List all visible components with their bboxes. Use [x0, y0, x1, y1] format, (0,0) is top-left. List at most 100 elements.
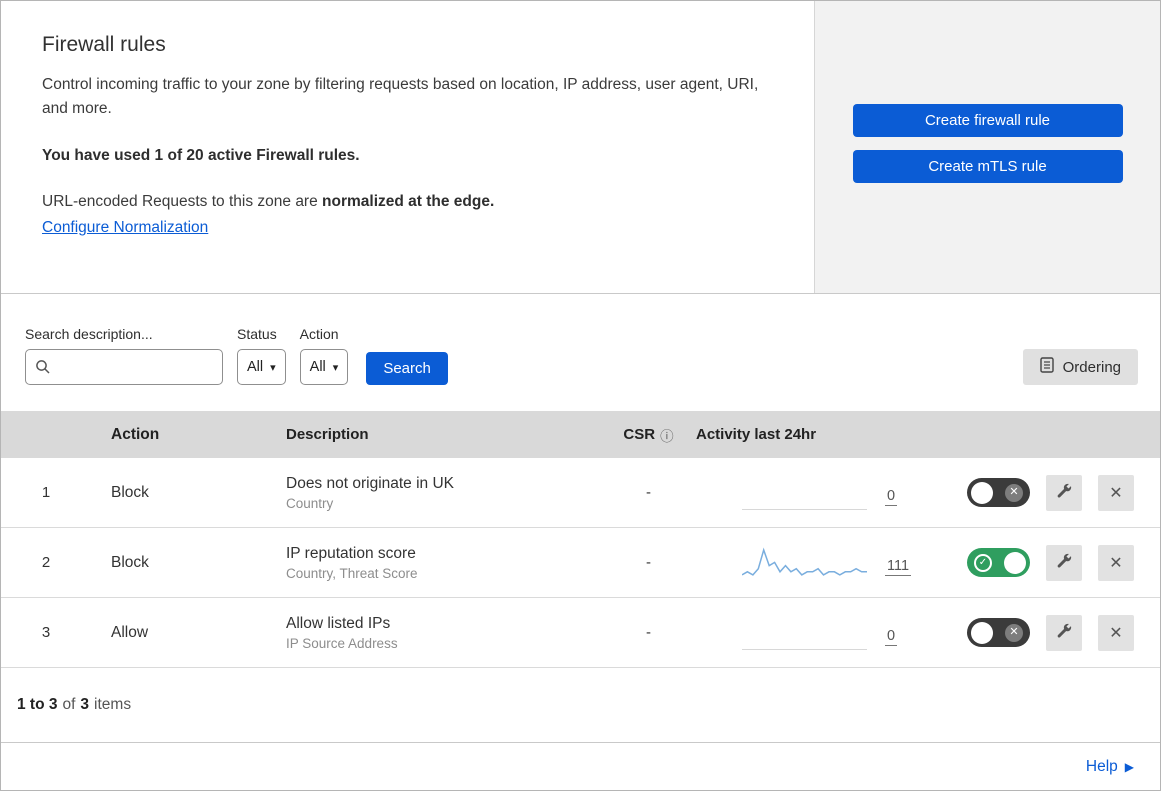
ordering-label: Ordering	[1062, 358, 1121, 376]
search-box	[25, 349, 223, 385]
header-action: Action	[111, 425, 160, 443]
items-total: 3	[80, 696, 90, 713]
rule-csr: -	[646, 624, 651, 641]
table-row: 2 Block IP reputation score Country, Thr…	[1, 528, 1160, 598]
ordering-icon	[1039, 357, 1054, 377]
cross-icon: ✕	[1005, 483, 1023, 502]
items-word: items	[94, 696, 132, 713]
ordering-button[interactable]: Ordering	[1022, 349, 1138, 385]
activity-sparkline	[742, 546, 867, 580]
rule-csr: -	[646, 554, 651, 571]
toggle-knob	[1004, 551, 1026, 574]
create-mtls-rule-button[interactable]: Create mTLS rule	[852, 150, 1123, 183]
rule-csr: -	[646, 484, 651, 501]
rule-description-cell: Allow listed IPs IP Source Address	[286, 615, 601, 651]
filter-bar: Search description... Status All ▾ Actio…	[1, 294, 1160, 411]
help-bar: Help ▶	[1, 742, 1160, 790]
action-value: All	[309, 359, 326, 375]
search-label: Search description...	[25, 326, 153, 342]
rule-fields: Country	[286, 495, 334, 511]
wrench-icon	[1057, 623, 1072, 643]
chevron-down-icon: ▾	[270, 361, 276, 374]
normalization-note-bold: normalized at the edge.	[322, 193, 495, 211]
rule-enabled-toggle[interactable]: ✓ ✕	[967, 478, 1030, 507]
action-dropdown[interactable]: All ▾	[299, 349, 349, 385]
search-icon	[35, 359, 51, 380]
activity-sparkline	[742, 476, 867, 510]
normalization-note: URL-encoded Requests to this zone are no…	[42, 193, 774, 211]
activity-sparkline	[742, 616, 867, 650]
wrench-icon	[1057, 483, 1072, 503]
rule-priority: 2	[41, 554, 51, 571]
info-icon[interactable]: ⓘ	[660, 425, 674, 445]
rule-action: Block	[111, 483, 149, 501]
search-button[interactable]: Search	[366, 352, 448, 385]
rule-controls: ✓ ✕ ✕	[946, 474, 1160, 511]
cross-icon: ✕	[1005, 623, 1023, 642]
status-label: Status	[237, 326, 277, 342]
rule-priority: 3	[41, 624, 51, 641]
close-icon: ✕	[1109, 554, 1123, 572]
rule-activity-cell: 0	[696, 476, 946, 510]
rule-controls: ✓ ✕ ✕	[946, 544, 1160, 581]
items-range: 1 to 3	[17, 696, 58, 713]
wrench-icon	[1057, 553, 1072, 573]
search-input[interactable]	[25, 349, 223, 385]
rule-action: Block	[111, 553, 149, 571]
action-filter-group: Action All ▾	[299, 326, 349, 385]
normalization-note-text: URL-encoded Requests to this zone are	[42, 193, 318, 211]
rule-description: Allow listed IPs	[286, 614, 391, 632]
table-row: 1 Block Does not originate in UK Country…	[1, 458, 1160, 528]
page-title: Firewall rules	[42, 33, 166, 56]
usage-summary: You have used 1 of 20 active Firewall ru…	[42, 147, 360, 165]
firewall-rules-page: Firewall rules Control incoming traffic …	[0, 0, 1161, 791]
rule-activity-cell: 0	[696, 616, 946, 650]
header-csr-label: CSR	[623, 426, 656, 443]
header-activity: Activity last 24hr	[696, 426, 817, 443]
edit-rule-button[interactable]	[1046, 544, 1082, 581]
activity-count-link[interactable]: 0	[885, 488, 898, 506]
action-label: Action	[299, 326, 339, 342]
check-icon: ✓	[974, 553, 992, 572]
create-actions-panel: Create firewall rule Create mTLS rule	[815, 1, 1160, 293]
rule-controls: ✓ ✕ ✕	[946, 614, 1160, 651]
table-row: 3 Allow Allow listed IPs IP Source Addre…	[1, 598, 1160, 668]
rule-action: Allow	[111, 623, 149, 641]
items-of: of	[62, 696, 76, 713]
status-filter-group: Status All ▾	[237, 326, 286, 385]
intro-text-panel: Firewall rules Control incoming traffic …	[1, 1, 815, 293]
rule-priority: 1	[41, 484, 51, 501]
help-arrow-icon: ▶	[1124, 759, 1134, 774]
toggle-knob	[971, 621, 993, 644]
delete-rule-button[interactable]: ✕	[1098, 614, 1134, 651]
table-header: Action Description CSR ⓘ Activity last 2…	[1, 411, 1160, 458]
status-dropdown[interactable]: All ▾	[237, 349, 286, 385]
create-firewall-rule-button[interactable]: Create firewall rule	[852, 104, 1123, 137]
rule-enabled-toggle[interactable]: ✓ ✕	[967, 548, 1030, 577]
intro-description: Control incoming traffic to your zone by…	[42, 76, 759, 118]
pagination-summary: 1 to 3 of 3 items	[1, 668, 1160, 742]
rule-fields: IP Source Address	[286, 635, 398, 651]
rule-enabled-toggle[interactable]: ✓ ✕	[967, 618, 1030, 647]
rule-activity-cell: 111	[696, 546, 946, 580]
close-icon: ✕	[1109, 624, 1123, 642]
rule-description: IP reputation score	[286, 544, 416, 562]
activity-count-link[interactable]: 111	[885, 558, 912, 576]
delete-rule-button[interactable]: ✕	[1098, 544, 1134, 581]
status-value: All	[247, 359, 264, 375]
header-csr: CSR ⓘ	[623, 425, 673, 445]
rule-fields: Country, Threat Score	[286, 565, 418, 581]
header-description: Description	[286, 426, 369, 443]
rule-description-cell: Does not originate in UK Country	[286, 475, 601, 511]
close-icon: ✕	[1109, 484, 1123, 502]
chevron-down-icon: ▾	[332, 361, 339, 374]
rule-description: Does not originate in UK	[286, 474, 455, 492]
edit-rule-button[interactable]	[1046, 614, 1082, 651]
edit-rule-button[interactable]	[1046, 474, 1082, 511]
intro-section: Firewall rules Control incoming traffic …	[1, 1, 1160, 294]
activity-count-link[interactable]: 0	[885, 628, 898, 646]
delete-rule-button[interactable]: ✕	[1098, 474, 1134, 511]
configure-normalization-link[interactable]: Configure Normalization	[42, 219, 208, 237]
search-group: Search description...	[25, 326, 223, 385]
help-link[interactable]: Help	[1086, 758, 1118, 776]
